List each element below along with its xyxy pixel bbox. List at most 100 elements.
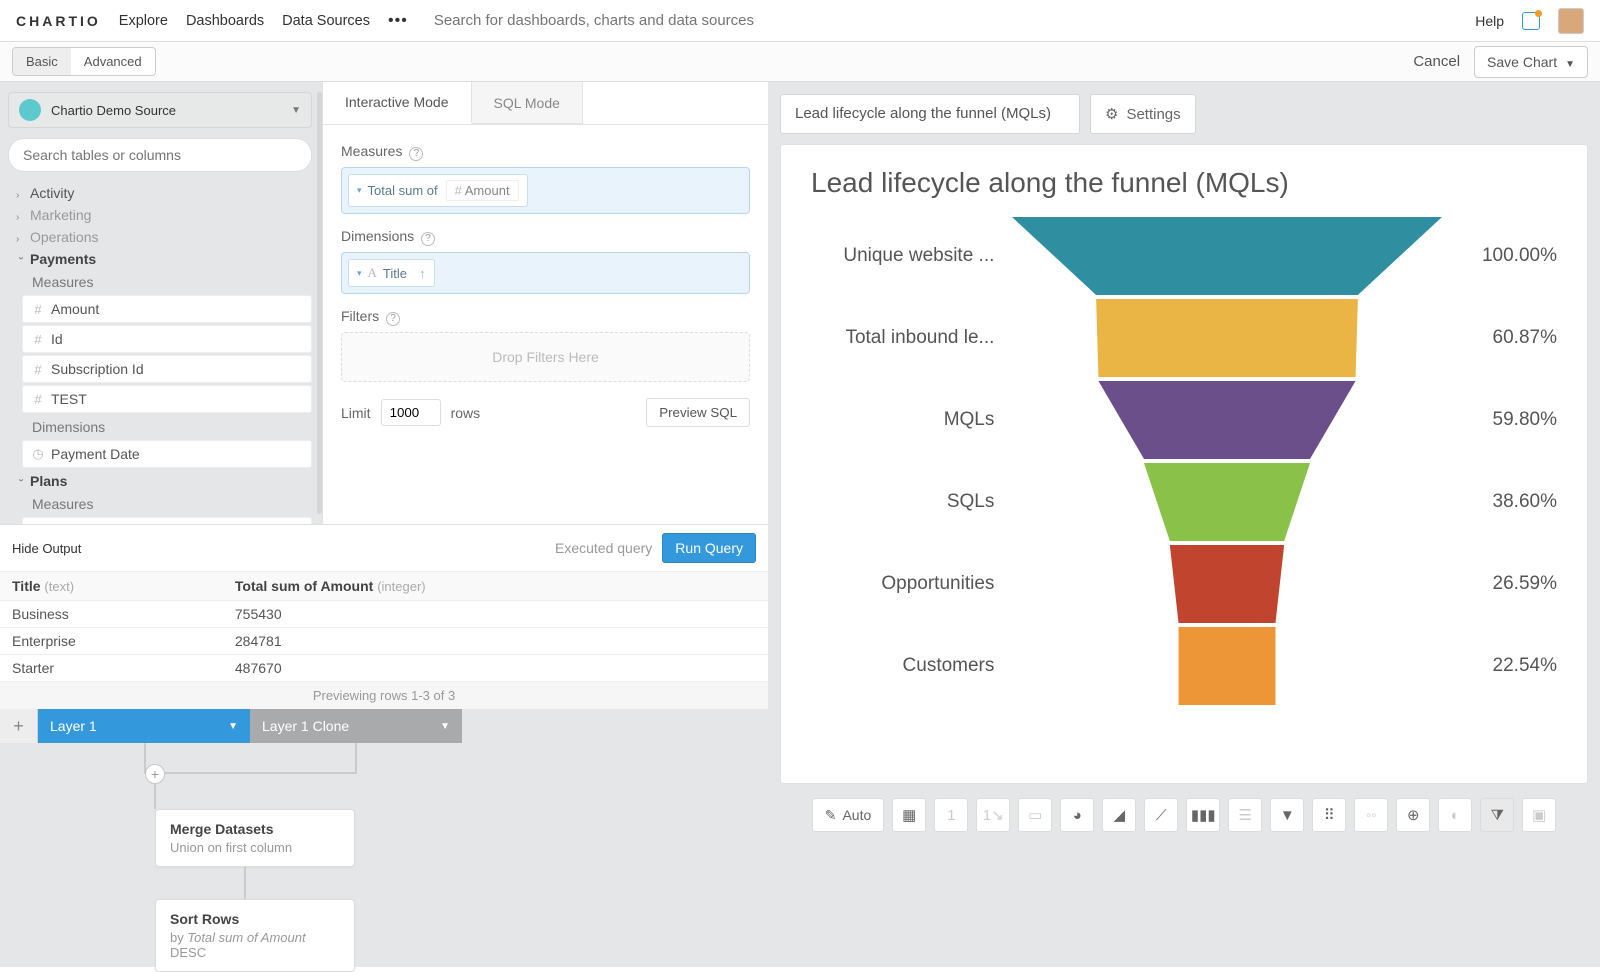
measure-pill[interactable]: ▾Total sum of# Amount [348,174,528,207]
funnel-stage: Customers22.54% [811,627,1557,705]
funnel-stage-shape [1012,545,1442,623]
hide-output-link[interactable]: Hide Output [12,541,81,556]
tree-node-activity[interactable]: ›Activity [8,182,312,204]
tree-node-payments[interactable]: ›Payments [8,248,312,270]
funnel-stage-value: 22.54% [1442,655,1557,677]
chart-type-gauge[interactable]: ◐ [1438,798,1472,832]
dimension-pill[interactable]: ▾ATitle↑ [348,259,435,287]
funnel-stage-shape [1012,381,1442,459]
wand-icon: ✎ [825,807,837,824]
chart-type-pie[interactable]: ◕ [1060,798,1094,832]
funnel-stage-value: 59.80% [1442,409,1557,431]
help-icon[interactable]: ? [386,312,400,326]
tree-node-marketing[interactable]: ›Marketing [8,204,312,226]
col-amount[interactable]: Total sum of Amount (integer) [223,572,768,601]
hash-icon: # [31,332,45,347]
caret-down-icon: ▼ [440,721,450,732]
executed-status: Executed query [555,540,652,556]
chart-type-map[interactable]: ⊕ [1396,798,1430,832]
schema-search-input[interactable] [8,138,312,172]
global-search-input[interactable] [434,12,884,29]
tree-field-subscription-id[interactable]: #Subscription Id [22,355,312,383]
pie-icon: ◕ [1073,807,1082,824]
chart-type-sparkbar[interactable]: ▭ [1018,798,1052,832]
help-icon[interactable]: ? [421,232,435,246]
col-title[interactable]: Title (text) [0,572,223,601]
pipeline-step-sort[interactable]: Sort Rows by Total sum of Amount DESC [155,899,355,972]
chart-type-bar-h[interactable]: ☰ [1228,798,1262,832]
preview-sql-button[interactable]: Preview SQL [646,398,750,427]
table-row[interactable]: Starter487670 [0,655,768,682]
tree-node-plans[interactable]: ›Plans [8,470,312,492]
help-icon[interactable]: ? [409,147,423,161]
funnel-stage-label: Total inbound le... [811,327,1012,349]
measures-dropzone[interactable]: ▾Total sum of# Amount [341,167,750,214]
cancel-button[interactable]: Cancel [1413,53,1460,70]
tab-sql-mode[interactable]: SQL Mode [472,82,583,124]
chart-type-table[interactable]: ▦ [892,798,926,832]
tree-field-cost[interactable]: #Cost [22,517,312,524]
tree-field-test[interactable]: #TEST [22,385,312,413]
caret-down-icon: ▾ [357,185,362,196]
chart-type-funnel[interactable]: ▼ [1270,798,1304,832]
nav-explore[interactable]: Explore [119,13,168,29]
dimensions-dropzone[interactable]: ▾ATitle↑ [341,252,750,294]
chart-type-area[interactable]: ◢ [1102,798,1136,832]
text-icon: A [368,265,377,281]
tree-section-measures: Measures [8,270,312,293]
chart-type-custom[interactable]: ▣ [1522,798,1556,832]
results-table: Title (text) Total sum of Amount (intege… [0,572,768,682]
chart-title-input[interactable]: Lead lifecycle along the funnel (MQLs) [780,94,1080,134]
chart-type-bar[interactable]: ▮▮▮ [1186,798,1220,832]
table-icon: ▦ [902,806,916,824]
chart-type-line[interactable]: ⟋ [1144,798,1178,832]
tree-node-operations[interactable]: ›Operations [8,226,312,248]
nav-data-sources[interactable]: Data Sources [282,13,370,29]
run-query-button[interactable]: Run Query [662,533,756,563]
add-step-button[interactable]: + [145,764,165,784]
clock-icon: ◷ [31,446,45,462]
query-builder: Interactive Mode SQL Mode Measures ? ▾To… [322,82,768,524]
chart-type-bubble[interactable]: ◦◦ [1354,798,1388,832]
tree-field-amount[interactable]: #Amount [22,295,312,323]
chart-type-scatter[interactable]: ⠿ [1312,798,1346,832]
hash-icon: # [31,362,45,377]
mode-basic[interactable]: Basic [13,48,71,75]
notifications-icon[interactable] [1522,12,1540,30]
chart-settings-button[interactable]: ⚙Settings [1090,94,1196,134]
bubble-icon: ◦◦ [1366,807,1377,824]
funnel-stage: SQLs38.60% [811,463,1557,541]
table-row[interactable]: Business755430 [0,601,768,628]
chart-type-auto[interactable]: ✎Auto [812,798,885,832]
nav-dashboards[interactable]: Dashboards [186,13,264,29]
hash-icon: # [31,524,45,525]
nav-more-icon[interactable]: ••• [388,12,408,30]
layer-tab-2[interactable]: Layer 1 Clone▼ [250,709,462,743]
funnel-stage: Unique website ...100.00% [811,217,1557,295]
custom-icon: ▣ [1532,806,1546,824]
chart-type-single[interactable]: 1 [934,798,968,832]
tree-field-id[interactable]: #Id [22,325,312,353]
add-layer-button[interactable]: + [0,709,38,743]
datasource-select[interactable]: Chartio Demo Source ▼ [8,92,312,128]
pipeline-step-merge[interactable]: Merge Datasets Union on first column [155,809,355,867]
sort-asc-icon[interactable]: ↑ [419,266,426,281]
tab-interactive-mode[interactable]: Interactive Mode [323,82,472,124]
tree-field-payment-date[interactable]: ◷Payment Date [22,440,312,468]
datasource-name: Chartio Demo Source [51,103,176,118]
scatter-icon: ⠿ [1324,806,1335,824]
user-avatar[interactable] [1558,8,1584,34]
funnel-stage-label: Unique website ... [811,245,1012,267]
pipeline-canvas[interactable]: + Layer 1▼ Layer 1 Clone▼ + Merge Datase… [0,709,768,967]
save-chart-button[interactable]: Save Chart▼ [1474,46,1588,78]
help-link[interactable]: Help [1475,13,1504,29]
limit-input[interactable] [381,399,441,426]
mode-advanced[interactable]: Advanced [71,48,155,75]
table-row[interactable]: Enterprise284781 [0,628,768,655]
chart-type-filter[interactable]: ⧩ [1480,798,1514,832]
rows-label: rows [451,405,481,421]
layer-tab-1[interactable]: Layer 1▼ [38,709,250,743]
filters-dropzone[interactable]: Drop Filters Here [341,332,750,382]
chart-type-single-pct[interactable]: 1↘ [976,798,1010,832]
funnel-stage-value: 38.60% [1442,491,1557,513]
